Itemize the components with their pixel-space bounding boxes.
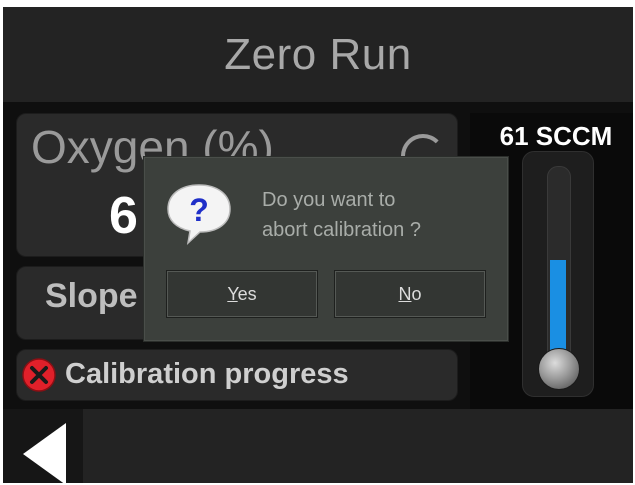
calibration-progress-label: Calibration progress (65, 358, 349, 390)
svg-text:?: ? (189, 192, 209, 228)
header-bar: Zero Run (3, 7, 633, 102)
question-bubble-icon: ? (167, 184, 231, 245)
slope-label: Slope (45, 277, 138, 315)
dialog-message: Do you want to abort calibration ? (262, 185, 492, 245)
flow-value: 61 SCCM (499, 121, 613, 151)
yes-label-rest: es (237, 284, 257, 304)
dialog-message-line1: Do you want to (262, 189, 396, 211)
slider-knob[interactable] (538, 348, 580, 390)
no-button[interactable]: No (334, 270, 486, 318)
yes-mnemonic: Y (227, 284, 238, 304)
back-button[interactable] (3, 409, 83, 483)
dialog-message-line2: abort calibration ? (262, 219, 421, 241)
flow-slider[interactable] (522, 151, 594, 397)
error-x-icon (22, 358, 56, 392)
oxygen-value: 6 (109, 187, 138, 245)
page-title: Zero Run (224, 29, 412, 79)
no-mnemonic: N (398, 284, 412, 304)
footer-bar (3, 409, 633, 483)
app-screen: Zero Run Oxygen (%) 6 Slope Calibration … (3, 7, 633, 483)
back-arrow-icon (23, 423, 66, 483)
yes-button[interactable]: Yes (166, 270, 318, 318)
abort-calibration-dialog: ? Do you want to abort calibration ? Yes… (143, 156, 509, 342)
slider-fill (550, 260, 566, 362)
calibration-progress-panel: Calibration progress (16, 349, 458, 401)
no-label-rest: o (411, 284, 422, 304)
